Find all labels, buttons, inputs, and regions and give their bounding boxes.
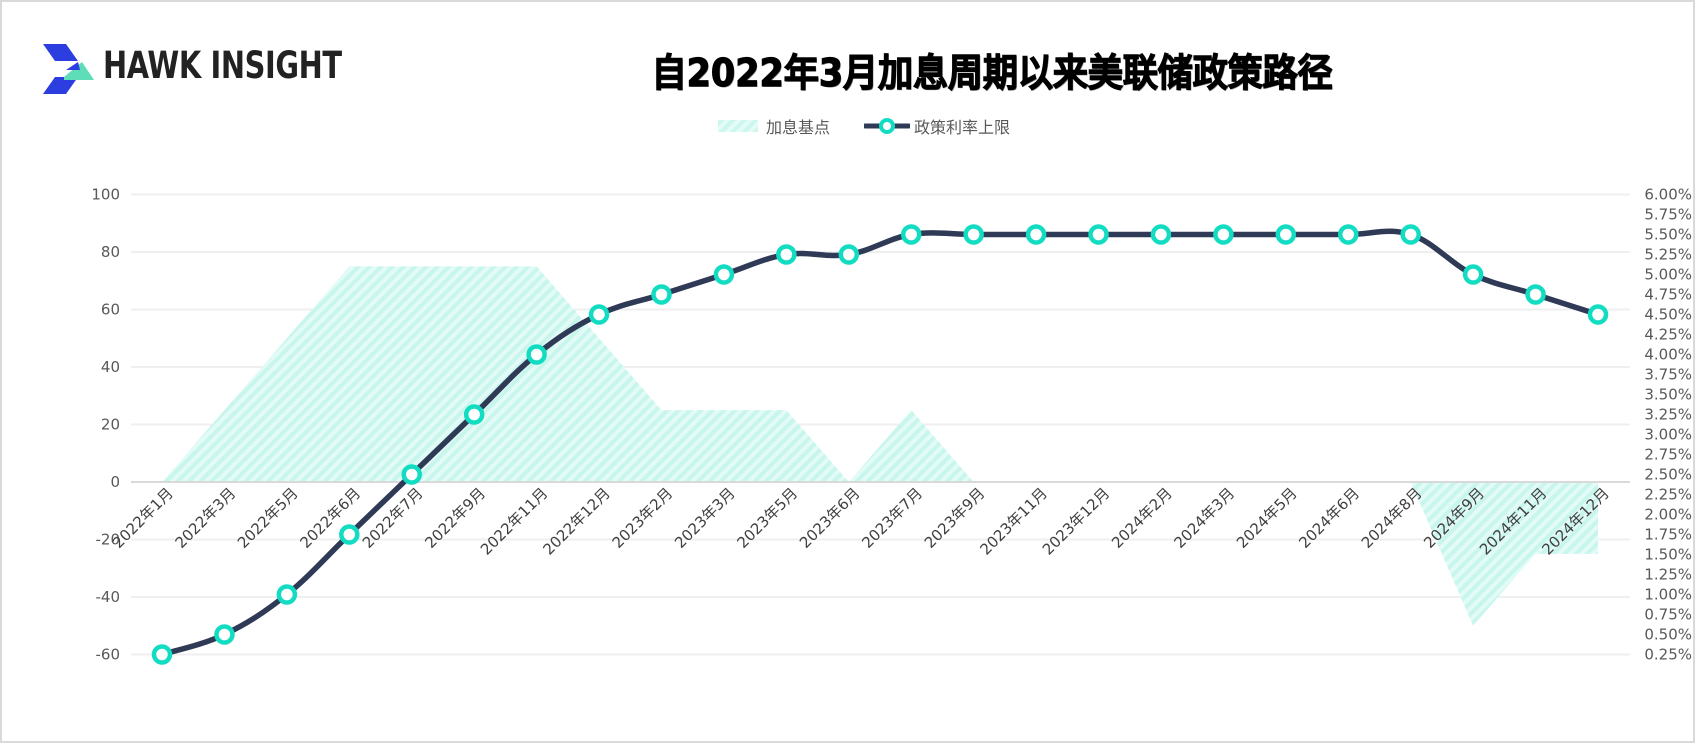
rate-marker bbox=[151, 644, 173, 665]
area-series-hike-bps bbox=[162, 266, 1598, 626]
x-tick-label: 2022年1月 bbox=[109, 484, 177, 552]
y-right-tick-label: 4.25% bbox=[1644, 326, 1692, 344]
chart-plot: 100806040200-20-40-60 6.00%5.75%5.50%5.2… bbox=[91, 186, 1692, 665]
y-right-tick-label: 1.75% bbox=[1644, 526, 1692, 544]
rate-marker bbox=[588, 304, 610, 325]
rate-marker bbox=[339, 524, 360, 545]
x-tick-label: 2024年3月 bbox=[1171, 484, 1239, 552]
y-axis-left: 100806040200-20-40-60 bbox=[91, 186, 120, 664]
rate-marker bbox=[900, 224, 922, 245]
area-fill bbox=[162, 266, 1598, 626]
y-right-tick-label: 4.00% bbox=[1644, 346, 1692, 364]
y-left-tick-label: 40 bbox=[101, 358, 120, 376]
rate-marker bbox=[1150, 224, 1172, 245]
y-right-tick-label: 5.00% bbox=[1644, 266, 1692, 284]
y-right-tick-label: 2.75% bbox=[1644, 446, 1692, 464]
y-left-tick-label: 80 bbox=[101, 243, 120, 261]
rate-marker bbox=[1213, 224, 1234, 245]
x-tick-label: 2024年8月 bbox=[1358, 484, 1426, 552]
y-right-tick-label: 5.75% bbox=[1644, 206, 1692, 224]
x-tick-label: 2024年5月 bbox=[1233, 484, 1301, 552]
y-left-tick-label: 0 bbox=[110, 473, 120, 491]
rate-marker bbox=[1587, 304, 1609, 325]
x-tick-label: 2023年6月 bbox=[796, 484, 864, 552]
rate-marker bbox=[1525, 284, 1546, 305]
y-right-tick-label: 1.25% bbox=[1644, 566, 1692, 584]
x-tick-label: 2024年6月 bbox=[1295, 484, 1363, 552]
rate-marker bbox=[401, 464, 422, 485]
x-tick-label: 2023年12月 bbox=[1039, 484, 1113, 558]
rate-marker bbox=[838, 244, 860, 265]
y-axis-right: 6.00% 5.75% 5.50% 5.25% 5.00% 4.75% 4.50% 4.25%… bbox=[1644, 186, 1692, 664]
rate-marker bbox=[526, 344, 547, 365]
rate-marker bbox=[1400, 224, 1421, 245]
x-tick-label: 2022年5月 bbox=[234, 484, 302, 552]
x-tick-label: 2023年2月 bbox=[609, 484, 677, 552]
rate-marker bbox=[463, 404, 485, 425]
x-tick-label: 2024年2月 bbox=[1108, 484, 1176, 552]
rate-marker bbox=[1275, 224, 1297, 245]
y-right-tick-label: 1.50% bbox=[1644, 546, 1692, 564]
rate-marker bbox=[1462, 264, 1484, 285]
x-tick-label: 2023年3月 bbox=[671, 484, 739, 552]
y-right-tick-label: 0.25% bbox=[1644, 646, 1692, 664]
rate-marker bbox=[1338, 224, 1359, 245]
y-left-tick-label: -60 bbox=[96, 646, 121, 664]
y-right-tick-label: 6.00% bbox=[1644, 186, 1692, 204]
x-tick-label: 2022年3月 bbox=[172, 484, 240, 552]
rate-marker bbox=[651, 284, 672, 305]
x-tick-label: 2022年9月 bbox=[421, 484, 489, 552]
rate-marker bbox=[1025, 224, 1047, 245]
y-right-tick-label: 3.25% bbox=[1644, 406, 1692, 424]
y-right-tick-label: 2.50% bbox=[1644, 466, 1692, 484]
rate-marker bbox=[713, 264, 735, 285]
y-left-tick-label: 60 bbox=[101, 301, 120, 319]
x-tick-label: 2022年12月 bbox=[539, 484, 613, 558]
rate-marker bbox=[1088, 224, 1109, 245]
x-tick-label: 2023年9月 bbox=[921, 484, 989, 552]
y-right-tick-label: 5.25% bbox=[1644, 246, 1692, 264]
rate-marker bbox=[276, 584, 298, 605]
y-right-tick-label: 1.00% bbox=[1644, 586, 1692, 604]
y-right-tick-label: 3.00% bbox=[1644, 426, 1692, 444]
y-right-tick-label: 0.75% bbox=[1644, 606, 1692, 624]
y-right-tick-label: 4.75% bbox=[1644, 286, 1692, 304]
rate-marker bbox=[214, 624, 235, 645]
y-right-tick-label: 2.25% bbox=[1644, 486, 1692, 504]
y-right-tick-label: 0.50% bbox=[1644, 626, 1692, 644]
y-left-tick-label: 100 bbox=[91, 186, 120, 204]
x-tick-label: 2023年5月 bbox=[733, 484, 801, 552]
rate-marker bbox=[963, 224, 984, 245]
y-left-tick-label: 20 bbox=[101, 416, 120, 434]
y-right-tick-label: 3.75% bbox=[1644, 366, 1692, 384]
y-right-tick-label: 5.50% bbox=[1644, 226, 1692, 244]
x-tick-label: 2023年7月 bbox=[858, 484, 926, 552]
y-right-tick-label: 4.50% bbox=[1644, 306, 1692, 324]
y-right-tick-label: 3.50% bbox=[1644, 386, 1692, 404]
rate-marker bbox=[776, 244, 797, 265]
y-right-tick-label: 2.00% bbox=[1644, 506, 1692, 524]
y-left-tick-label: -40 bbox=[96, 588, 121, 606]
